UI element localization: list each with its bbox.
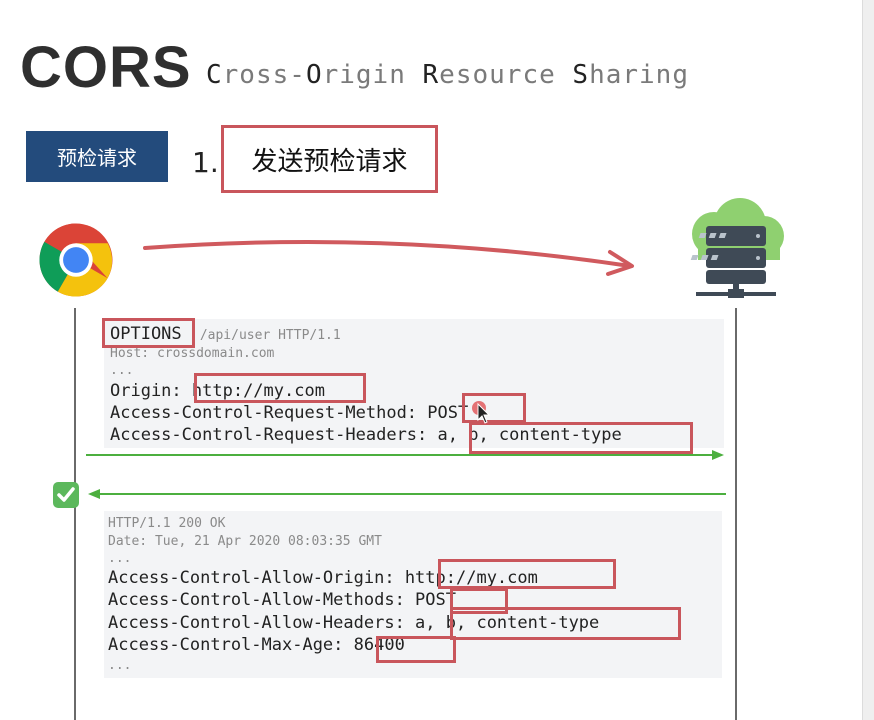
- response-ellipsis-end: ...: [108, 658, 132, 673]
- response-ellipsis: ...: [108, 551, 132, 566]
- request-method-header: Access-Control-Request-Method: POST: [110, 403, 469, 423]
- response-date: Date: Tue, 21 Apr 2020 08:03:35 GMT: [108, 534, 382, 549]
- slide-subtitle: Cross-Origin Resource Sharing: [206, 60, 689, 90]
- slide-title: CORS: [20, 35, 192, 100]
- cloud-server-icon: [690, 198, 784, 298]
- window-edge: [862, 0, 874, 720]
- request-arrow: [86, 450, 724, 460]
- check-mark-icon: [53, 482, 79, 508]
- browser-timeline: [74, 308, 76, 720]
- request-path: /api/user HTTP/1.1: [192, 328, 341, 343]
- request-direction-arrow: [143, 240, 634, 276]
- highlight-box: [194, 373, 366, 403]
- chrome-icon: [39, 223, 113, 297]
- response-allow-methods: Access-Control-Allow-Methods: POST: [108, 590, 456, 610]
- request-host: Host: crossdomain.com: [110, 346, 275, 361]
- highlight-box: [438, 559, 616, 589]
- highlight-box: [102, 318, 195, 348]
- section-badge: 预检请求: [26, 131, 168, 182]
- mouse-cursor-icon: [472, 401, 491, 424]
- highlight-box: [376, 636, 456, 663]
- highlight-box: [450, 607, 681, 640]
- step-label: 发送预检请求: [221, 125, 438, 193]
- response-arrow: [88, 489, 726, 499]
- slide: CORS Cross-Origin Resource Sharing 预检请求 …: [0, 0, 862, 720]
- response-status: HTTP/1.1 200 OK: [108, 516, 226, 531]
- step-number: 1.: [192, 146, 219, 179]
- request-ellipsis: ...: [110, 363, 134, 378]
- response-max-age: Access-Control-Max-Age: 86400: [108, 635, 405, 655]
- server-timeline: [735, 308, 737, 720]
